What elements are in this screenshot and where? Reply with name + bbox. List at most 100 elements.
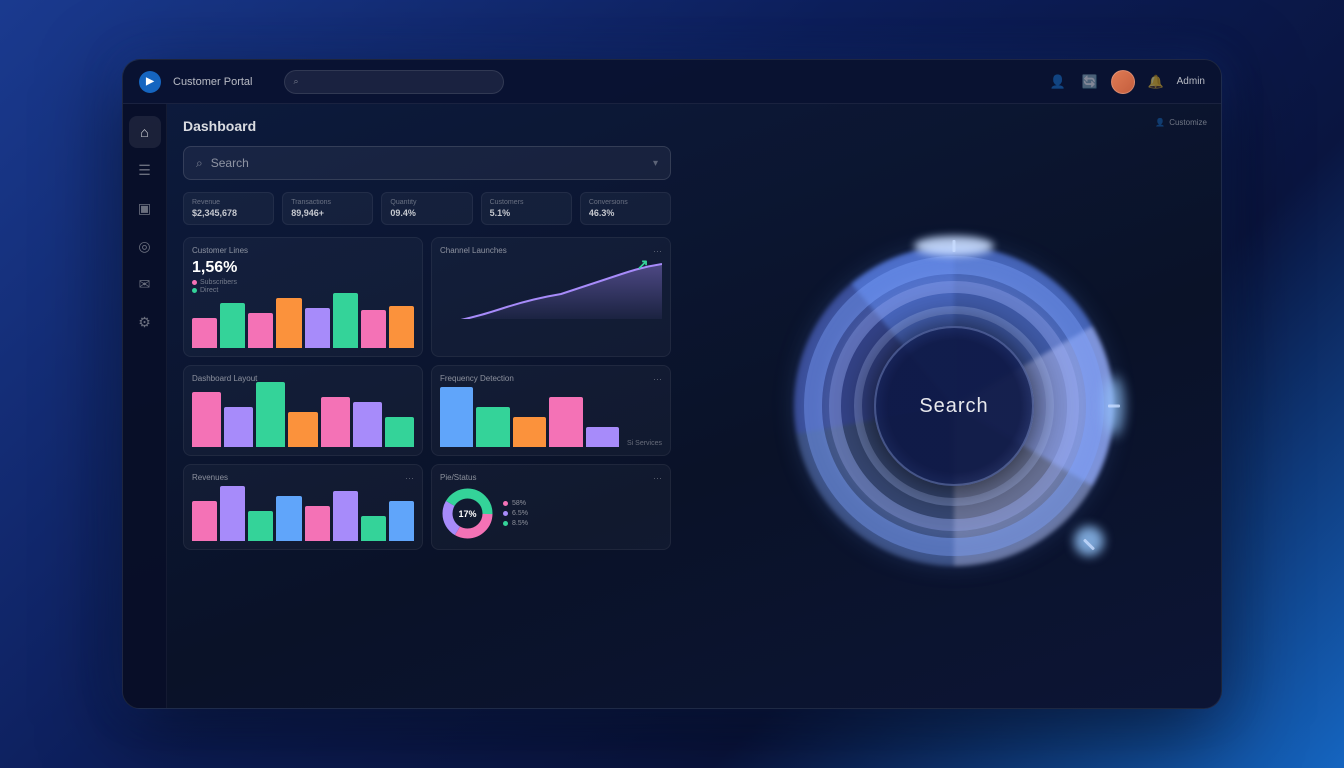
charts-grid: Customer Lines 1,56% Subscribers Direct <box>183 237 671 550</box>
stat-card-conversions: Conversions 46.3% <box>580 192 671 225</box>
donut-chart-svg: 17% <box>440 486 495 541</box>
stat-value: 09.4% <box>390 208 463 218</box>
customize-icon: 👤 <box>1155 118 1165 127</box>
legend-label: 8.5% <box>512 520 528 527</box>
stat-value: 5.1% <box>490 208 563 218</box>
bar <box>333 293 358 348</box>
dash-search-icon: ⌕ <box>196 156 203 171</box>
user-name: Admin <box>1177 76 1205 87</box>
bar <box>224 407 253 447</box>
legend-label: 6.5% <box>512 510 528 517</box>
legend-item: 8.5% <box>503 520 528 527</box>
stat-label: Revenue <box>192 199 265 206</box>
legend-dot <box>503 511 508 516</box>
tick-top <box>953 240 956 252</box>
line-chart: ↗ <box>440 259 662 319</box>
dash-search-placeholder: Search <box>211 156 653 170</box>
chart-title: Pie/Status <box>440 473 662 482</box>
svg-text:↗: ↗ <box>637 259 649 272</box>
chart-action-icon[interactable]: ⋯ <box>653 473 662 484</box>
legend-label: Subscribers <box>200 279 237 286</box>
circle-inner: Search <box>874 326 1034 486</box>
content-area: Dashboard ⌕ Search ▾ Revenue $2,345,678 … <box>167 104 1221 708</box>
user-icon[interactable]: 👤 <box>1047 71 1069 93</box>
bar <box>361 310 386 348</box>
bar <box>276 496 301 541</box>
stat-value: 89,946+ <box>291 208 364 218</box>
bar-chart <box>192 486 414 541</box>
app-title: Customer Portal <box>173 76 252 88</box>
chart-title: Channel Launches <box>440 246 662 255</box>
stat-label: Customers <box>490 199 563 206</box>
legend-item: Direct <box>192 287 414 294</box>
bar <box>256 382 285 447</box>
donut-area: 17% 58% 6.5% <box>440 486 662 541</box>
chart-donut: Pie/Status ⋯ 17% <box>431 464 671 550</box>
refresh-icon[interactable]: 🔄 <box>1079 71 1101 93</box>
line-chart-svg: ↗ <box>440 259 662 319</box>
nav-search-bar[interactable]: ⌕ <box>284 70 504 94</box>
legend-dot <box>192 288 197 293</box>
legend-dot <box>503 521 508 526</box>
chevron-down-icon: ▾ <box>653 158 658 169</box>
sidebar-item-home[interactable]: ⌂ <box>129 116 161 148</box>
tick-right <box>1108 405 1120 408</box>
stat-label: Conversions <box>589 199 662 206</box>
bar <box>276 298 301 348</box>
legend-dot <box>503 501 508 506</box>
stat-value: $2,345,678 <box>192 208 265 218</box>
chart-title: Frequency Detection <box>440 374 662 383</box>
chart-customer-lines: Customer Lines 1,56% Subscribers Direct <box>183 237 423 357</box>
avatar[interactable] <box>1111 70 1135 94</box>
stat-card-customers: Customers 5.1% <box>481 192 572 225</box>
chart-revenues: Revenues ⋯ <box>183 464 423 550</box>
sidebar-item-settings[interactable]: ⚙ <box>129 306 161 338</box>
nav-search-input[interactable] <box>303 76 496 87</box>
glare-bottom-right <box>1074 526 1104 556</box>
dashboard-panel: Dashboard ⌕ Search ▾ Revenue $2,345,678 … <box>167 104 687 708</box>
bar <box>192 318 217 348</box>
sidebar-item-messages[interactable]: ✉ <box>129 268 161 300</box>
bar <box>288 412 317 447</box>
sidebar-item-grid[interactable]: ▣ <box>129 192 161 224</box>
chart-action-icon[interactable]: ⋯ <box>405 473 414 484</box>
bar <box>192 501 217 541</box>
bar <box>220 486 245 541</box>
bar <box>353 402 382 447</box>
stat-card-transactions: Transactions 89,946+ <box>282 192 373 225</box>
app-logo: ▶ <box>139 71 161 93</box>
bar <box>476 407 509 447</box>
legend-dot <box>192 280 197 285</box>
legend-item: Subscribers <box>192 279 414 286</box>
bar-chart <box>192 387 414 447</box>
chart-action-icon[interactable]: ⋯ <box>653 246 662 257</box>
dashboard-title: Dashboard <box>183 118 671 134</box>
bar-chart <box>192 298 414 348</box>
chart-title: Customer Lines <box>192 246 414 255</box>
legend-label: 58% <box>512 500 526 507</box>
bar <box>549 397 582 447</box>
svg-text:17%: 17% <box>458 509 476 519</box>
sidebar-item-circle[interactable]: ◎ <box>129 230 161 262</box>
chart-title: Revenues <box>192 473 414 482</box>
stat-label: Transactions <box>291 199 364 206</box>
chart-channel-launches: Channel Launches ⋯ <box>431 237 671 357</box>
main-layout: ⌂ ☰ ▣ ◎ ✉ ⚙ Dashboard ⌕ Search ▾ <box>123 104 1221 708</box>
dashboard-search[interactable]: ⌕ Search ▾ <box>183 146 671 180</box>
donut-legend: 58% 6.5% 8.5% <box>503 500 528 527</box>
bar <box>220 303 245 348</box>
bar <box>305 308 330 348</box>
chart-action-icon[interactable]: ⋯ <box>653 374 662 385</box>
legend-item: 58% <box>503 500 528 507</box>
bar <box>389 306 414 348</box>
stat-card-quantity: Quantity 09.4% <box>381 192 472 225</box>
freq-legend: Si Services <box>627 440 662 447</box>
sidebar: ⌂ ☰ ▣ ◎ ✉ ⚙ <box>123 104 167 708</box>
top-right-action[interactable]: 👤 Customize <box>1155 118 1207 127</box>
chart-legend: Subscribers Direct <box>192 279 414 294</box>
sidebar-item-menu[interactable]: ☰ <box>129 154 161 186</box>
chart-title: Dashboard Layout <box>192 374 414 383</box>
circular-search-label: Search <box>919 395 988 418</box>
notification-icon[interactable]: 🔔 <box>1145 71 1167 93</box>
bar <box>361 516 386 541</box>
